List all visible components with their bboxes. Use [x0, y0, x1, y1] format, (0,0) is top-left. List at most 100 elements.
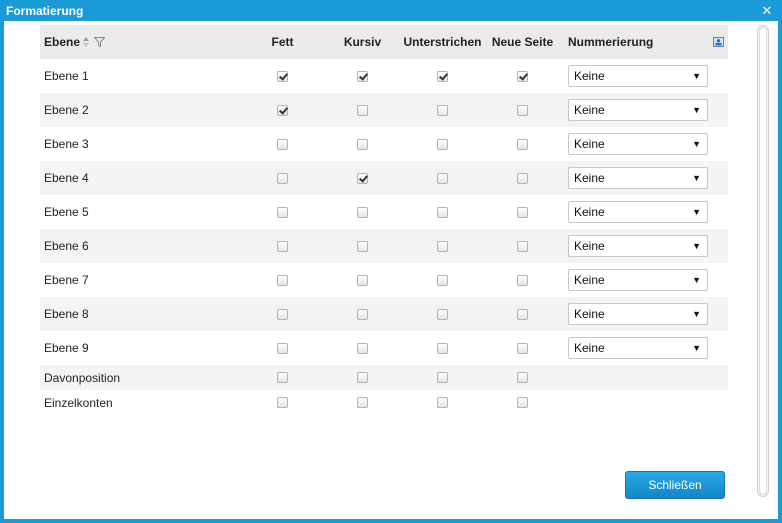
cell-unterstrichen	[400, 308, 485, 320]
table-row: Davonposition	[40, 365, 728, 390]
close-icon[interactable]: ✕	[760, 4, 774, 18]
neue-seite-checkbox[interactable]	[517, 397, 528, 408]
cell-nummerierung: Keine ▼	[560, 99, 708, 121]
nummerierung-select[interactable]: Keine ▼	[568, 167, 708, 189]
cell-fett	[240, 70, 325, 82]
row-label: Ebene 8	[44, 307, 89, 321]
unterstrichen-checkbox[interactable]	[437, 308, 448, 320]
select-value: Keine	[574, 137, 605, 151]
unterstrichen-checkbox[interactable]	[437, 372, 448, 383]
fett-checkbox[interactable]	[277, 172, 288, 184]
unterstrichen-checkbox[interactable]	[437, 138, 448, 150]
kursiv-checkbox[interactable]	[357, 240, 368, 252]
column-config-icon[interactable]	[712, 37, 724, 47]
scrollbar-thumb[interactable]	[759, 27, 767, 495]
column-config[interactable]	[708, 37, 728, 47]
kursiv-checkbox[interactable]	[357, 308, 368, 320]
kursiv-checkbox[interactable]	[357, 342, 368, 354]
kursiv-checkbox[interactable]	[357, 138, 368, 150]
neue-seite-checkbox[interactable]	[517, 240, 528, 252]
neue-seite-checkbox[interactable]	[517, 172, 528, 184]
fett-checkbox[interactable]	[277, 342, 288, 354]
nummerierung-select[interactable]: Keine ▼	[568, 65, 708, 87]
cell-nummerierung: Keine ▼	[560, 235, 708, 257]
fett-checkbox[interactable]	[277, 240, 288, 252]
table-row: Ebene 8 Keine ▼	[40, 297, 728, 331]
table-row: Ebene 9 Keine ▼	[40, 331, 728, 365]
fett-checkbox[interactable]	[277, 138, 288, 150]
dropdown-arrow-icon[interactable]: ▼	[692, 139, 701, 149]
dropdown-arrow-icon[interactable]: ▼	[692, 173, 701, 183]
cell-kursiv	[325, 274, 400, 286]
nummerierung-select[interactable]: Keine ▼	[568, 235, 708, 257]
neue-seite-checkbox[interactable]	[517, 342, 528, 354]
dropdown-arrow-icon[interactable]: ▼	[692, 275, 701, 285]
kursiv-checkbox[interactable]	[357, 206, 368, 218]
nummerierung-select[interactable]: Keine ▼	[568, 133, 708, 155]
header-unterstrichen: Unterstrichen	[403, 35, 482, 49]
cell-neue-seite	[485, 70, 560, 82]
unterstrichen-checkbox[interactable]	[437, 172, 448, 184]
nummerierung-select[interactable]: Keine ▼	[568, 99, 708, 121]
neue-seite-checkbox[interactable]	[517, 274, 528, 286]
unterstrichen-checkbox[interactable]	[437, 104, 448, 116]
neue-seite-checkbox[interactable]	[517, 372, 528, 383]
cell-kursiv	[325, 372, 400, 383]
cell-neue-seite	[485, 274, 560, 286]
select-value: Keine	[574, 103, 605, 117]
header-kursiv: Kursiv	[343, 35, 382, 49]
dropdown-arrow-icon[interactable]: ▼	[692, 105, 701, 115]
neue-seite-checkbox[interactable]	[517, 138, 528, 150]
unterstrichen-checkbox[interactable]	[437, 206, 448, 218]
header-neue-seite: Neue Seite	[491, 35, 554, 49]
fett-checkbox[interactable]	[277, 274, 288, 286]
dropdown-arrow-icon[interactable]: ▼	[692, 241, 701, 251]
nummerierung-select[interactable]: Keine ▼	[568, 269, 708, 291]
nummerierung-select[interactable]: Keine ▼	[568, 201, 708, 223]
unterstrichen-checkbox[interactable]	[437, 397, 448, 408]
neue-seite-checkbox[interactable]	[517, 70, 528, 82]
row-label: Ebene 9	[44, 341, 89, 355]
dropdown-arrow-icon[interactable]: ▼	[692, 207, 701, 217]
nummerierung-select[interactable]: Keine ▼	[568, 303, 708, 325]
fett-checkbox[interactable]	[277, 104, 288, 116]
unterstrichen-checkbox[interactable]	[437, 240, 448, 252]
cell-neue-seite	[485, 397, 560, 408]
kursiv-checkbox[interactable]	[357, 104, 368, 116]
table-row: Ebene 1 Keine ▼	[40, 59, 728, 93]
neue-seite-checkbox[interactable]	[517, 104, 528, 116]
kursiv-checkbox[interactable]	[357, 274, 368, 286]
sort-icon[interactable]	[82, 37, 90, 47]
row-label: Davonposition	[44, 370, 121, 385]
fett-checkbox[interactable]	[277, 70, 288, 82]
row-label: Ebene 6	[44, 239, 89, 253]
unterstrichen-checkbox[interactable]	[437, 342, 448, 354]
kursiv-checkbox[interactable]	[357, 70, 368, 82]
cell-neue-seite	[485, 372, 560, 383]
kursiv-checkbox[interactable]	[357, 397, 368, 408]
cell-nummerierung: Keine ▼	[560, 303, 708, 325]
neue-seite-checkbox[interactable]	[517, 206, 528, 218]
scrollbar[interactable]	[757, 25, 769, 497]
kursiv-checkbox[interactable]	[357, 172, 368, 184]
kursiv-checkbox[interactable]	[357, 372, 368, 383]
row-label: Ebene 1	[44, 69, 89, 83]
fett-checkbox[interactable]	[277, 308, 288, 320]
fett-checkbox[interactable]	[277, 372, 288, 383]
unterstrichen-checkbox[interactable]	[437, 274, 448, 286]
dropdown-arrow-icon[interactable]: ▼	[692, 71, 701, 81]
fett-checkbox[interactable]	[277, 397, 288, 408]
cell-fett	[240, 308, 325, 320]
table-row: Ebene 6 Keine ▼	[40, 229, 728, 263]
filter-icon[interactable]	[94, 37, 106, 47]
fett-checkbox[interactable]	[277, 206, 288, 218]
dropdown-arrow-icon[interactable]: ▼	[692, 343, 701, 353]
header-ebene[interactable]: Ebene	[40, 35, 240, 49]
neue-seite-checkbox[interactable]	[517, 308, 528, 320]
dropdown-arrow-icon[interactable]: ▼	[692, 309, 701, 319]
cell-unterstrichen	[400, 172, 485, 184]
close-button[interactable]: Schließen	[625, 471, 725, 499]
unterstrichen-checkbox[interactable]	[437, 70, 448, 82]
nummerierung-select[interactable]: Keine ▼	[568, 337, 708, 359]
select-value: Keine	[574, 171, 605, 185]
